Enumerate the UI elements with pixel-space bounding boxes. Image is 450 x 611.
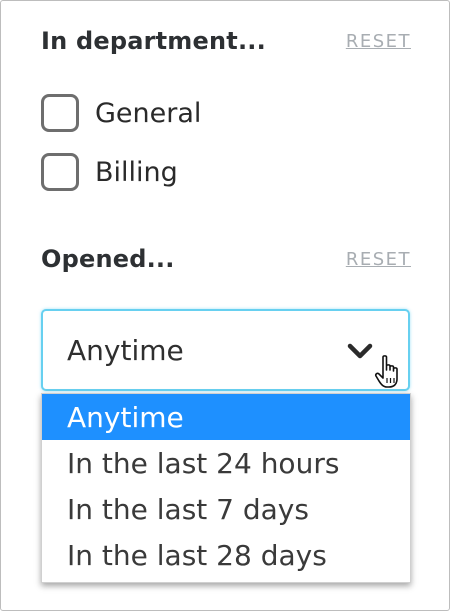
dropdown-option-24-hours[interactable]: In the last 24 hours <box>42 440 410 486</box>
general-checkbox-label: General <box>95 97 202 129</box>
filter-panel: In department... RESET General Billing O… <box>0 0 450 611</box>
department-header: In department... RESET <box>41 27 411 55</box>
opened-select[interactable]: Anytime <box>41 309 410 391</box>
department-reset-link[interactable]: RESET <box>346 31 411 52</box>
hand-pointer-cursor-icon <box>374 355 398 388</box>
billing-checkbox-label: Billing <box>95 156 178 188</box>
checkbox-row-general[interactable]: General <box>41 94 201 132</box>
opened-header: Opened... RESET <box>41 245 411 273</box>
opened-dropdown-list: Anytime In the last 24 hours In the last… <box>41 393 411 583</box>
dropdown-option-28-days[interactable]: In the last 28 days <box>42 532 410 578</box>
checkbox-row-billing[interactable]: Billing <box>41 153 178 191</box>
opened-reset-link[interactable]: RESET <box>346 249 411 270</box>
department-title: In department... <box>41 27 266 55</box>
dropdown-option-anytime[interactable]: Anytime <box>42 394 410 440</box>
chevron-down-icon <box>347 343 373 359</box>
opened-title: Opened... <box>41 245 175 273</box>
opened-select-value: Anytime <box>67 333 184 367</box>
dropdown-option-7-days[interactable]: In the last 7 days <box>42 486 410 532</box>
general-checkbox[interactable] <box>41 94 79 132</box>
billing-checkbox[interactable] <box>41 153 79 191</box>
